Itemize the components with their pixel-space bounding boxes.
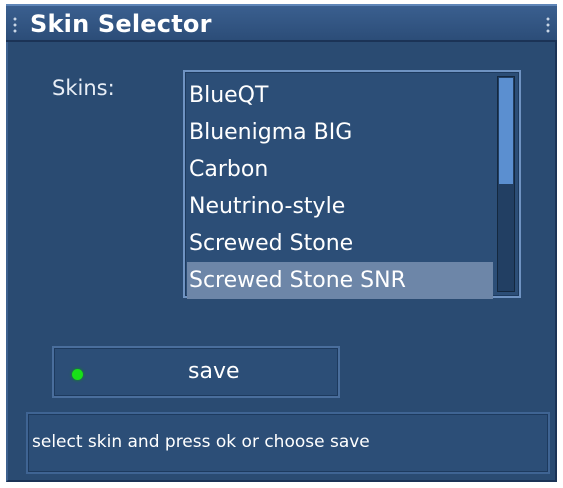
grip-dots-icon: [13, 16, 17, 34]
window-title: Skin Selector: [30, 10, 212, 38]
status-text: select skin and press ok or choose save: [32, 432, 370, 452]
save-button[interactable]: save: [52, 346, 340, 398]
skin-list-item[interactable]: Screwed Stone SNR: [187, 262, 493, 299]
title-bar: Skin Selector: [6, 4, 557, 42]
green-led-icon: [72, 369, 83, 380]
skin-list-item[interactable]: BlueQT: [187, 77, 493, 114]
scrollbar-thumb[interactable]: [499, 78, 513, 184]
skin-list-item[interactable]: Screwed Stone: [187, 225, 493, 262]
skin-list[interactable]: BlueQT Bluenigma BIG Carbon Neutrino-sty…: [183, 70, 521, 299]
skin-list-scrollbar[interactable]: [497, 76, 515, 292]
skin-list-item[interactable]: Neutrino-style: [187, 188, 493, 225]
skins-label: Skins:: [52, 76, 115, 100]
status-bar: select skin and press ok or choose save: [26, 412, 550, 474]
save-button-label: save: [188, 359, 240, 384]
skin-items: BlueQT Bluenigma BIG Carbon Neutrino-sty…: [187, 77, 493, 299]
skin-selector-window: Skin Selector Skins: BlueQT Bluenigma BI…: [0, 0, 563, 488]
skin-list-item[interactable]: Carbon: [187, 151, 493, 188]
skin-list-item[interactable]: Bluenigma BIG: [187, 114, 493, 151]
grip-dots-icon: [546, 16, 550, 34]
